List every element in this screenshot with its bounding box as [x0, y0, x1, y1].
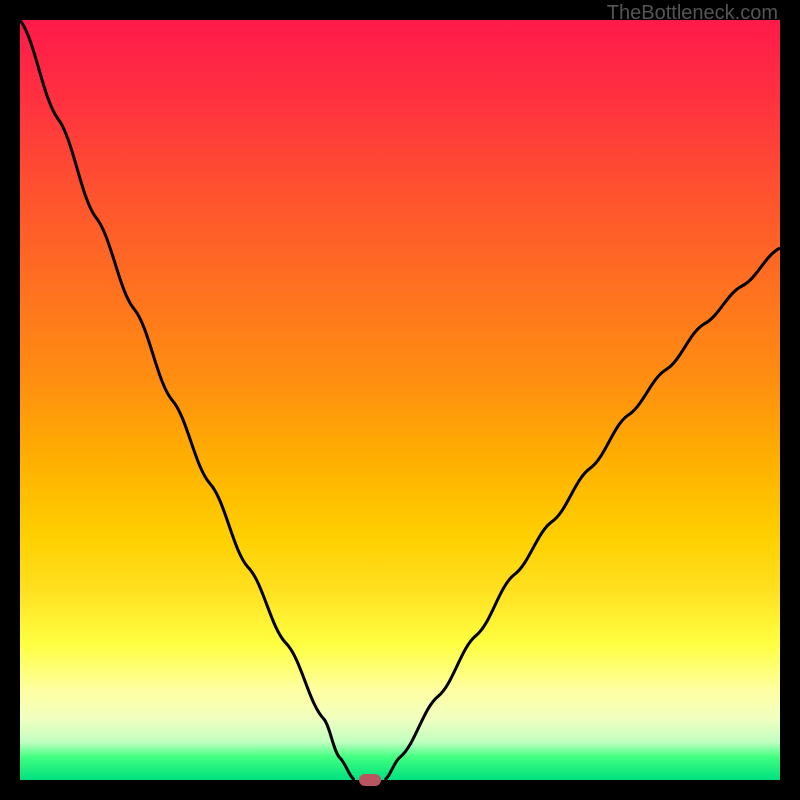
left-curve-path: [20, 20, 354, 780]
curve-svg: [20, 20, 780, 780]
watermark-text: TheBottleneck.com: [607, 2, 778, 25]
optimal-marker: [359, 774, 381, 786]
right-curve-path: [385, 248, 780, 780]
chart-container: TheBottleneck.com: [0, 0, 800, 800]
plot-area: [20, 20, 780, 780]
